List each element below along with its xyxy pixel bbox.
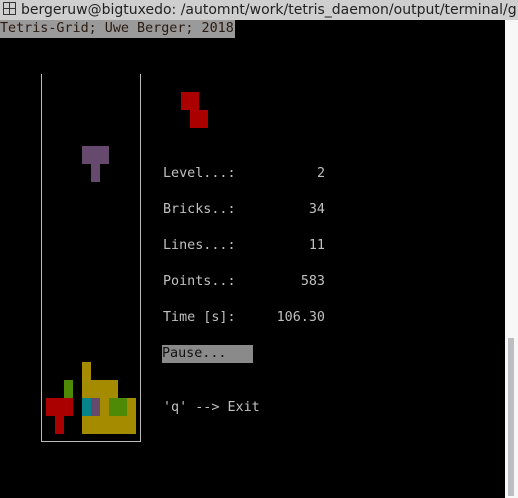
next-piece-block	[190, 92, 199, 110]
stack-block	[109, 416, 118, 434]
stack-block	[118, 398, 127, 416]
stack-block	[82, 380, 91, 398]
stack-block	[64, 380, 73, 398]
lines-label: Lines...:	[163, 238, 236, 253]
stack-block	[100, 398, 109, 416]
stack-block	[127, 398, 136, 416]
time-value: 106.30	[276, 310, 325, 325]
pause-button[interactable]: Pause...	[162, 345, 253, 363]
stack-block	[118, 416, 127, 434]
points-label: Points..:	[163, 274, 236, 289]
falling-piece-block	[91, 164, 100, 182]
scrollbar[interactable]	[505, 20, 518, 498]
time-label: Time [s]:	[163, 310, 236, 325]
next-piece-block	[181, 92, 190, 110]
bricks-value: 34	[308, 202, 325, 217]
falling-piece-block	[82, 146, 91, 164]
level-label: Level...:	[163, 166, 236, 181]
next-piece-block	[190, 110, 199, 128]
stack-block	[46, 398, 55, 416]
terminal-icon[interactable]	[3, 2, 16, 15]
terminal[interactable]: Tetris-Grid; Uwe Berger; 2018 Level...: …	[0, 20, 505, 498]
stack-block	[64, 398, 73, 416]
lines-value: 11	[308, 238, 325, 253]
game-header: Tetris-Grid; Uwe Berger; 2018	[0, 20, 235, 38]
points-value: 583	[300, 274, 325, 289]
stack-block	[91, 380, 100, 398]
stack-block	[91, 398, 100, 416]
stack-block	[91, 416, 100, 434]
stack-block	[127, 416, 136, 434]
stack-block	[109, 380, 118, 398]
stack-block	[82, 398, 91, 416]
falling-piece-block	[91, 146, 100, 164]
stack-block	[55, 398, 64, 416]
stack-block	[100, 380, 109, 398]
window-titlebar: bergeruw@bigtuxedo: /automnt/work/tetris…	[0, 0, 518, 20]
stack-block	[82, 416, 91, 434]
exit-hint: 'q' --> Exit	[163, 400, 260, 415]
window-title: bergeruw@bigtuxedo: /automnt/work/tetris…	[21, 2, 517, 18]
stack-block	[82, 362, 91, 380]
stack-block	[100, 416, 109, 434]
stack-block	[55, 416, 64, 434]
bricks-label: Bricks..:	[163, 202, 236, 217]
scrollbar-thumb[interactable]	[508, 338, 514, 496]
falling-piece-block	[100, 146, 109, 164]
stack-block	[109, 398, 118, 416]
next-piece-block	[199, 110, 208, 128]
level-value: 2	[316, 166, 325, 181]
